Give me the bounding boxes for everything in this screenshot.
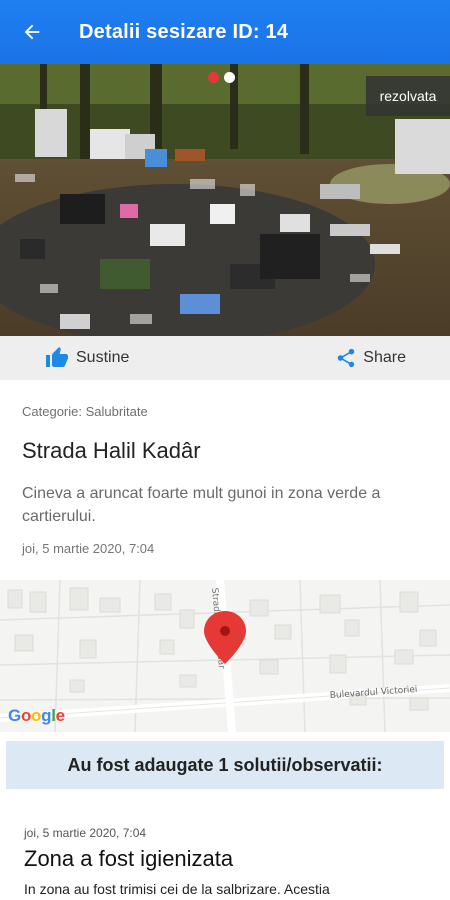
report-street: Strada Halil Kadâr: [22, 438, 201, 463]
share-button[interactable]: Share: [335, 347, 406, 369]
solution-title: Zona a fost igienizata: [24, 846, 234, 871]
support-label: Sustine: [76, 349, 130, 366]
report-photo[interactable]: rezolvata: [0, 64, 450, 336]
map-tiles: Strada Halil Kadâr Bulevardul Victoriei: [0, 580, 450, 732]
pager-dot-active[interactable]: [208, 72, 219, 83]
action-bar: Sustine Share: [0, 336, 450, 380]
report-category: Categorie: Salubritate: [22, 404, 148, 419]
solutions-header: Au fost adaugate 1 solutii/observatii:: [6, 741, 444, 789]
arrow-back-icon: [24, 24, 40, 40]
report-date: joi, 5 martie 2020, 7:04: [22, 541, 155, 556]
solution-date: joi, 5 martie 2020, 7:04: [24, 826, 147, 840]
app-bar: Detalii sesizare ID: 14: [0, 0, 450, 64]
pager-dot[interactable]: [224, 72, 235, 83]
location-map[interactable]: Strada Halil Kadâr Bulevardul Victoriei …: [0, 580, 450, 732]
thumb-up-icon: [46, 347, 68, 367]
support-button[interactable]: Sustine: [44, 346, 129, 370]
share-label: Share: [363, 349, 406, 366]
report-description: Cineva a aruncat foarte mult gunoi in zo…: [22, 485, 381, 525]
photo-pager[interactable]: [208, 72, 235, 83]
map-pin-icon[interactable]: [204, 611, 246, 664]
google-logo: Google: [8, 706, 65, 725]
back-button[interactable]: [0, 0, 64, 64]
status-badge: rezolvata: [366, 76, 450, 116]
share-icon: [338, 348, 355, 368]
page-title: Detalii sesizare ID: 14: [79, 20, 289, 43]
solution-text: In zona au fost trimisi cei de la salbri…: [24, 881, 330, 897]
